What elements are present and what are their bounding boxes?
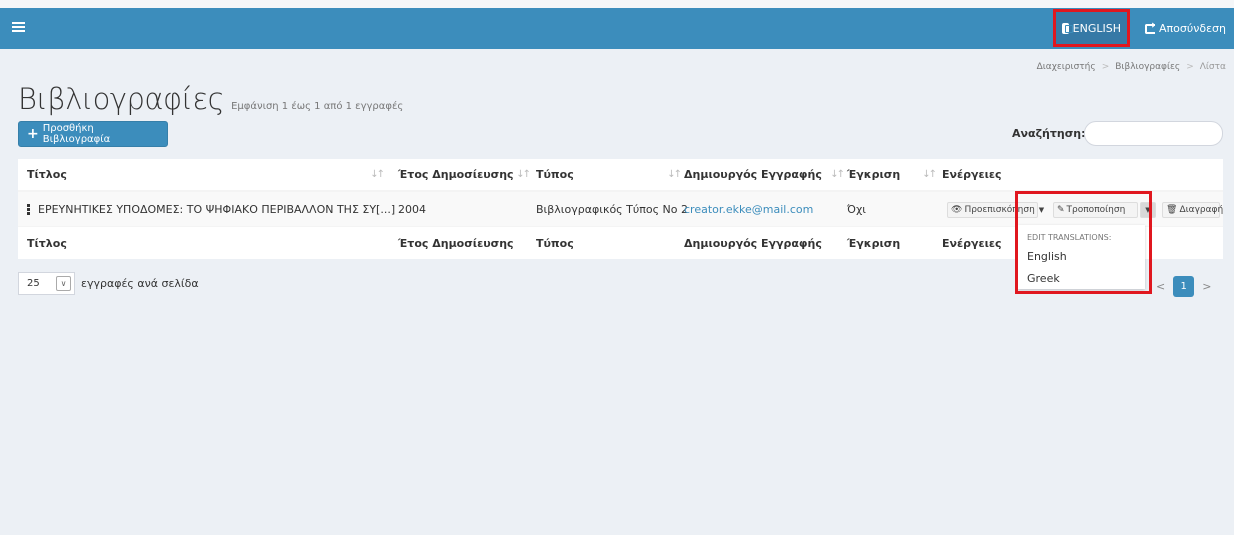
sort-icon: ↓↑ xyxy=(370,169,385,180)
page-header: Βιβλιογραφίες Εμφάνιση 1 έως 1 από 1 εγγ… xyxy=(18,82,403,116)
table-header-row: Τίτλος ↓↑ Έτος Δημοσίευσης ↓↑ Τύπος ↓↑ Δημι… xyxy=(18,159,1223,192)
pagination-prev[interactable]: < xyxy=(1156,280,1165,293)
add-button-label: Προσθήκη Βιβλιογραφία xyxy=(42,123,111,145)
page-length-control: 25 ∨ εγγραφές ανά σελίδα xyxy=(18,272,199,295)
search-input[interactable] xyxy=(1084,121,1223,146)
edit-button[interactable]: ✎ Τροποποίηση xyxy=(1053,202,1138,218)
footer-approval: Έγκριση xyxy=(847,236,901,250)
pagination-current-page[interactable]: 1 xyxy=(1173,276,1195,297)
page-title: Βιβλιογραφίες xyxy=(18,82,225,116)
dropdown-header: EDIT TRANSLATIONS: xyxy=(1027,233,1112,242)
search-label: Αναζήτηση: xyxy=(1012,127,1086,140)
edit-translations-dropdown: EDIT TRANSLATIONS: English Greek xyxy=(1018,225,1145,289)
breadcrumb-separator: > xyxy=(1101,62,1110,72)
sort-icon: ↓↑ xyxy=(667,169,682,180)
add-bibliography-button[interactable]: + Προσθήκη Βιβλιογραφία xyxy=(18,121,168,147)
column-header-year[interactable]: Έτος Δημοσίευσης ↓↑ xyxy=(398,159,533,190)
cell-year: 2004 xyxy=(398,202,426,216)
cell-creator-link[interactable]: creator.ekke@mail.com xyxy=(684,192,847,226)
footer-title: Τίτλος xyxy=(27,236,67,250)
page-length-select[interactable]: 25 ∨ xyxy=(18,272,75,295)
column-header-title[interactable]: Τίτλος ↓↑ xyxy=(27,159,387,190)
plus-icon: + xyxy=(27,126,39,142)
table-row: ΕΡΕΥΝΗΤΙΚΕΣ ΥΠΟΔΟΜΕΣ: ΤΟ ΨΗΦΙΑΚΟ ΠΕΡΙΒΑΛ… xyxy=(18,192,1223,226)
logout-label: Αποσύνδεση xyxy=(1159,22,1226,35)
sort-icon: ↓↑ xyxy=(830,169,845,180)
caret-down-icon: ▼ xyxy=(1145,206,1151,214)
menu-toggle-icon[interactable] xyxy=(12,20,25,34)
preview-dropdown-toggle[interactable]: ▼ xyxy=(1033,202,1050,218)
edit-icon: ✎ xyxy=(1057,205,1065,215)
top-navbar: ENGLISH Αποσύνδεση xyxy=(0,8,1234,49)
breadcrumb: Διαχειριστής > Βιβλιογραφίες > Λίστα xyxy=(1037,62,1226,72)
caret-down-icon: ▼ xyxy=(1038,206,1045,214)
page-length-label: εγγραφές ανά σελίδα xyxy=(81,277,199,290)
language-icon xyxy=(1062,22,1073,34)
browser-top-strip xyxy=(0,0,1234,8)
breadcrumb-admin[interactable]: Διαχειριστής xyxy=(1037,62,1096,72)
edit-dropdown-toggle[interactable]: ▼ xyxy=(1140,202,1156,218)
pagination: < 1 > xyxy=(1156,276,1211,297)
translation-greek-item[interactable]: Greek xyxy=(1027,272,1060,285)
breadcrumb-list: Λίστα xyxy=(1199,62,1226,72)
breadcrumb-separator: > xyxy=(1186,62,1194,72)
cell-title: ΕΡΕΥΝΗΤΙΚΕΣ ΥΠΟΔΟΜΕΣ: ΤΟ ΨΗΦΙΑΚΟ ΠΕΡΙΒΑΛ… xyxy=(27,192,395,226)
language-switch-button[interactable]: ENGLISH xyxy=(1053,9,1130,47)
footer-creator: Δημιουργός Εγγραφής xyxy=(684,236,822,250)
cell-approval: Όχι xyxy=(847,202,867,216)
column-header-actions: Ενέργειες xyxy=(942,168,1002,181)
sort-icon: ↓↑ xyxy=(922,169,937,180)
language-label: ENGLISH xyxy=(1072,21,1121,35)
sort-icon: ↓↑ xyxy=(516,169,531,180)
column-header-approval[interactable]: Έγκριση ↓↑ xyxy=(847,159,939,190)
drag-handle-icon[interactable] xyxy=(27,203,30,216)
logout-icon xyxy=(1145,21,1156,34)
cell-type: Βιβλιογραφικός Τύπος Νο 2 xyxy=(536,202,688,216)
column-header-type[interactable]: Τύπος ↓↑ xyxy=(536,159,684,190)
preview-button[interactable]: 👁 Προεπισκόπηση xyxy=(947,202,1038,218)
breadcrumb-bibliographies[interactable]: Βιβλιογραφίες xyxy=(1115,62,1180,72)
page-subtitle: Εμφάνιση 1 έως 1 από 1 εγγραφές xyxy=(231,101,404,112)
delete-button[interactable]: 🗑 Διαγραφή xyxy=(1162,202,1223,218)
footer-year: Έτος Δημοσίευσης xyxy=(398,236,514,250)
chevron-down-icon: ∨ xyxy=(56,276,71,291)
footer-type: Τύπος xyxy=(536,236,574,250)
column-header-creator[interactable]: Δημιουργός Εγγραφής ↓↑ xyxy=(684,159,847,190)
eye-icon: 👁 xyxy=(951,205,963,215)
translation-english-item[interactable]: English xyxy=(1027,250,1067,263)
pagination-next[interactable]: > xyxy=(1202,280,1211,293)
trash-icon: 🗑 xyxy=(1166,205,1178,215)
logout-button[interactable]: Αποσύνδεση xyxy=(1137,8,1234,49)
